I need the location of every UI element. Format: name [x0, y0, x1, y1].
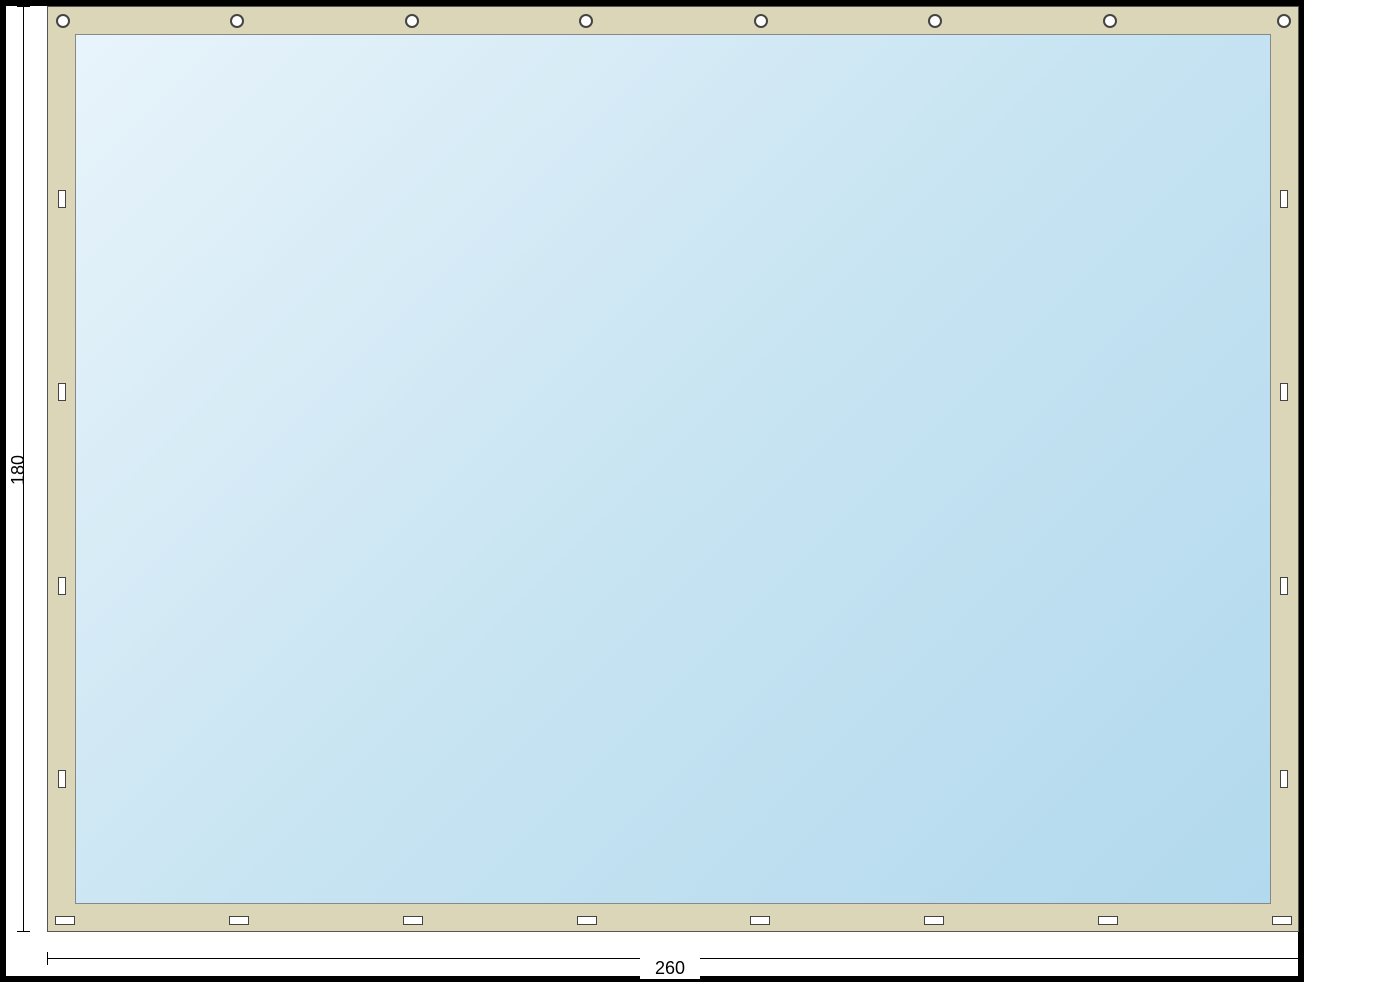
diagram-canvas: 180 260: [0, 0, 1384, 982]
fastener-slot-vertical: [1280, 577, 1288, 595]
fastener-slot-vertical: [1280, 190, 1288, 208]
dim-height-label: 180: [8, 440, 29, 500]
fastener-slot-horizontal: [577, 916, 597, 925]
fastener-slot-horizontal: [1098, 916, 1118, 925]
fastener-slot-horizontal: [924, 916, 944, 925]
dim-height-tick-top: [17, 6, 30, 7]
fastener-slot-vertical: [58, 383, 66, 401]
grommet-circle: [754, 14, 768, 28]
fastener-slot-vertical: [58, 770, 66, 788]
fastener-slot-horizontal: [229, 916, 249, 925]
dim-width-label: 260: [640, 958, 700, 979]
dim-width-tick-right: [1298, 952, 1299, 965]
fastener-slot-horizontal: [403, 916, 423, 925]
fastener-slot-horizontal: [1272, 916, 1292, 925]
glass-panel: [75, 34, 1271, 904]
fastener-slot-horizontal: [750, 916, 770, 925]
grommet-circle: [56, 14, 70, 28]
dim-height-tick-bot: [17, 931, 30, 932]
grommet-circle: [405, 14, 419, 28]
fastener-slot-vertical: [58, 577, 66, 595]
dim-width-tick-left: [47, 952, 48, 965]
grommet-circle: [1103, 14, 1117, 28]
fastener-slot-horizontal: [55, 916, 75, 925]
fastener-slot-vertical: [1280, 383, 1288, 401]
fastener-slot-vertical: [1280, 770, 1288, 788]
fastener-slot-vertical: [58, 190, 66, 208]
grommet-circle: [1277, 14, 1291, 28]
